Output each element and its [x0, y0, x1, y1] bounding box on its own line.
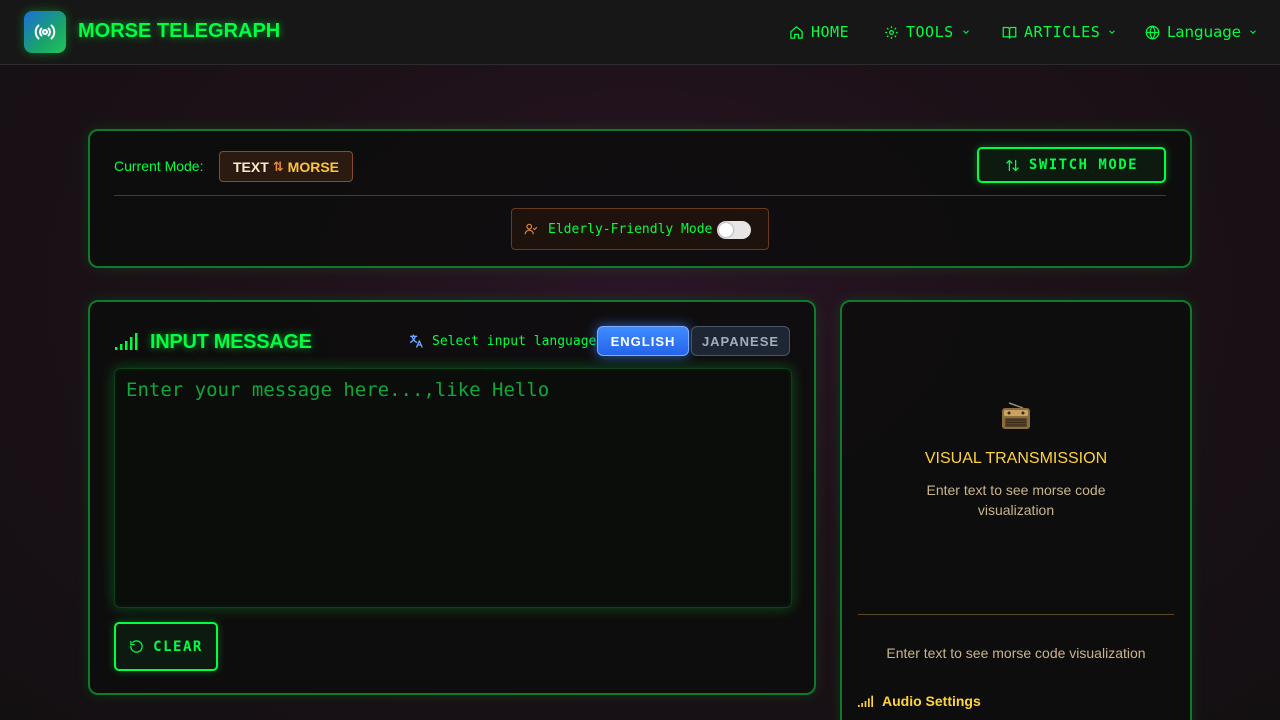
elderly-mode-toggle[interactable] — [717, 221, 751, 239]
swap-arrows-icon — [1006, 159, 1019, 171]
mode-divider — [114, 195, 1166, 196]
brand-name[interactable]: MORSE TELEGRAPH — [78, 20, 280, 43]
audio-settings-label: Audio Settings — [882, 693, 981, 709]
nav-home-label: HOME — [811, 23, 850, 41]
audio-settings-header[interactable]: Audio Settings — [858, 693, 981, 709]
current-mode-badge: TEXT ⇅ MORSE — [219, 151, 353, 182]
reset-icon — [130, 640, 143, 653]
chevron-down-icon — [1250, 30, 1256, 34]
message-input[interactable] — [114, 368, 792, 608]
radio-icon — [1002, 402, 1030, 429]
translate-icon — [410, 334, 423, 348]
visual-transmission-panel: VISUAL TRANSMISSION Enter text to see mo… — [840, 300, 1192, 720]
user-check-icon — [524, 223, 538, 235]
mode-to: MORSE — [287, 158, 340, 175]
signal-icon — [858, 695, 873, 707]
elderly-mode-label: Elderly-Friendly Mode — [548, 221, 713, 237]
input-message-title: INPUT MESSAGE — [150, 331, 312, 353]
current-mode-label: Current Mode: — [114, 158, 204, 174]
home-icon — [790, 25, 803, 39]
mode-from: TEXT — [232, 158, 269, 175]
nav-language[interactable]: Language — [1145, 21, 1258, 43]
nav-tools-label: TOOLS — [906, 23, 954, 41]
visual-divider — [858, 614, 1174, 615]
switch-mode-label: SWITCH MODE — [1028, 157, 1139, 173]
select-language-row: Select input language: — [408, 333, 604, 349]
visual-transmission-title: VISUAL TRANSMISSION — [924, 450, 1108, 467]
switch-mode-button[interactable]: SWITCH MODE — [977, 147, 1166, 183]
globe-icon — [1145, 24, 1160, 40]
broadcast-icon — [34, 24, 56, 40]
top-nav-bar: MORSE TELEGRAPH HOME TOOLS ARTICLES Lang… — [0, 0, 1280, 65]
chevron-down-icon — [962, 30, 969, 34]
signal-icon — [115, 333, 138, 350]
clear-label: CLEAR — [153, 638, 203, 655]
nav-articles-label: ARTICLES — [1024, 23, 1101, 41]
input-panel: INPUT MESSAGE Select input language: ENG… — [88, 300, 816, 695]
visual-transmission-subtitle: Enter text to see morse code visualizati… — [926, 482, 1106, 518]
toggle-knob — [719, 223, 733, 237]
nav-articles[interactable]: ARTICLES — [1002, 21, 1117, 43]
swap-arrows-icon: ⇅ — [272, 158, 284, 174]
nav-language-label: Language — [1167, 23, 1242, 41]
clear-button[interactable]: CLEAR — [114, 622, 218, 671]
book-icon — [1002, 26, 1017, 39]
gear-icon — [885, 25, 898, 39]
visualization-placeholder: Enter text to see morse code visualizati… — [886, 645, 1146, 661]
mode-panel: Current Mode: TEXT ⇅ MORSE SWITCH MODE E… — [88, 129, 1192, 268]
nav-tools[interactable]: TOOLS — [884, 21, 971, 43]
select-language-label: Select input language: — [432, 333, 605, 349]
language-english-button[interactable]: ENGLISH — [597, 326, 689, 356]
nav-home[interactable]: HOME — [789, 21, 849, 43]
language-japanese-button[interactable]: JAPANESE — [691, 326, 790, 356]
elderly-mode-row: Elderly-Friendly Mode — [511, 208, 769, 250]
chevron-down-icon — [1109, 30, 1116, 34]
logo[interactable] — [24, 11, 66, 53]
